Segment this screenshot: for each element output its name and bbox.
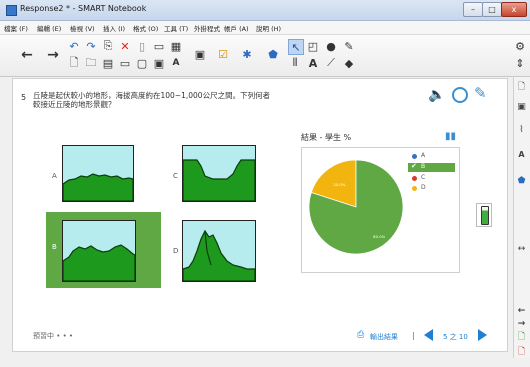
panel-resize-icon[interactable]: ↔ (516, 243, 527, 254)
menu-tools[interactable]: 工具 (T) (164, 23, 188, 33)
chart-title: 結果 - 學生 % (301, 133, 352, 142)
pie-label-d: 20.0% (333, 182, 345, 187)
lesson-activity-icon[interactable]: ⬟ (266, 47, 280, 61)
save-icon[interactable]: ▤ (101, 56, 115, 70)
prev-page-icon[interactable] (424, 329, 433, 341)
screen-shade-icon[interactable]: ▭ (152, 39, 166, 53)
settings-gear-icon[interactable]: ⚙ (513, 39, 527, 53)
option-d-label: D (173, 247, 179, 255)
paste-icon[interactable]: ⎘ (101, 39, 115, 53)
option-a-image[interactable] (62, 145, 134, 202)
select-arrow-icon[interactable]: ↖ (288, 39, 304, 55)
forward-arrow-icon[interactable]: → (46, 47, 60, 63)
back-arrow-icon[interactable]: ← (20, 47, 34, 63)
legend-c-swatch (412, 176, 417, 181)
menu-file[interactable]: 檔案 (F) (4, 23, 28, 33)
legend-a-label: A (421, 152, 426, 159)
response-icon[interactable]: ☑ (216, 47, 230, 61)
fill-icon[interactable]: ● (324, 39, 338, 53)
side-delete-page-icon[interactable]: 🗋 (516, 346, 527, 357)
toolbar-toggle-icon[interactable]: ⇕ (513, 56, 527, 70)
close-button[interactable]: x (501, 2, 527, 17)
maximize-button[interactable]: □ (482, 2, 502, 17)
pen-icon[interactable]: ✎ (342, 39, 356, 53)
capture-icon[interactable]: ▢ (135, 56, 149, 70)
properties-side-icon[interactable]: A (516, 149, 527, 160)
insert-icon[interactable]: ▣ (152, 56, 166, 70)
legend-c-label: C (421, 174, 426, 181)
page-sorter-icon[interactable]: 🗋 (516, 81, 527, 92)
option-b-label: B (52, 243, 57, 251)
option-a-label: A (52, 172, 57, 180)
minimize-button[interactable]: – (463, 2, 483, 17)
next-page-icon[interactable] (478, 329, 487, 341)
option-b-image[interactable] (62, 220, 136, 282)
export-results-link[interactable]: 輸出結果 (370, 332, 398, 342)
option-d-image[interactable] (182, 220, 256, 282)
eraser-icon[interactable]: ◆ (342, 56, 356, 70)
addons-side-icon[interactable]: ⬟ (516, 175, 527, 186)
side-add-page-icon[interactable]: 🗋 (516, 331, 527, 342)
results-pie-chart: 20.0% 80.0% (308, 159, 404, 255)
checkmark-icon: ✔ (411, 162, 417, 170)
menu-account[interactable]: 帳戶 (A) (224, 23, 249, 33)
page-indicator: 5 之 10 (443, 333, 468, 341)
footer-separator: | (412, 331, 415, 340)
app-icon (6, 5, 17, 16)
delete-icon[interactable]: ✕ (118, 39, 132, 53)
menu-view[interactable]: 檢視 (V) (70, 23, 95, 33)
pencil-icon[interactable]: ✎ (474, 84, 487, 102)
legend-b-label: B (421, 163, 426, 170)
status-text: 預習中 • • • (33, 332, 74, 340)
redo-icon[interactable]: ↷ (84, 39, 98, 53)
open-icon[interactable]: 🗀 (84, 56, 98, 70)
pie-label-b: 80.0% (373, 234, 385, 239)
window-title: Response2 * - SMART Notebook (20, 4, 147, 13)
menu-edit[interactable]: 編輯 (E) (37, 23, 61, 33)
table-icon[interactable]: ▦ (169, 39, 183, 53)
question-number: 5 (21, 93, 27, 102)
properties-icon[interactable]: ⫴ (288, 56, 302, 70)
legend-a-swatch (412, 154, 417, 159)
gallery-icon[interactable]: ▣ (516, 101, 527, 112)
page-icon[interactable]: ▯ (135, 39, 149, 53)
speaker-icon[interactable]: 🔈 (428, 87, 445, 103)
side-forward-arrow-icon[interactable]: → (516, 318, 527, 329)
bar-chart-icon[interactable]: ▮▮ (445, 131, 456, 142)
font-icon[interactable]: A (169, 56, 183, 70)
legend-d-swatch (412, 186, 417, 191)
export-icon[interactable]: ⎙ (357, 330, 364, 340)
status-bar (0, 358, 530, 367)
refresh-icon[interactable] (452, 87, 468, 103)
question-text: 丘陵是起伏較小的地形，海拔高度約在100~1,000公尺之間。下列何者較接近丘陵… (33, 91, 271, 109)
menu-addons[interactable]: 外掛程式 (194, 23, 220, 33)
side-back-arrow-icon[interactable]: ← (516, 305, 527, 316)
line-tool-icon[interactable]: ⟋ (324, 56, 338, 70)
document-camera-icon[interactable]: ▣ (193, 47, 207, 61)
option-c-image[interactable] (182, 145, 256, 202)
add-page-icon[interactable]: 🗋 (67, 56, 81, 70)
display-icon[interactable]: ▭ (118, 56, 132, 70)
addon-icon[interactable]: ✱ (240, 47, 254, 61)
option-c-label: C (173, 172, 178, 180)
shapes-icon[interactable]: ◰ (306, 39, 320, 53)
menu-help[interactable]: 說明 (H) (256, 23, 281, 33)
undo-icon[interactable]: ↶ (67, 39, 81, 53)
attachments-icon[interactable]: ⌇ (516, 124, 527, 135)
legend-d-label: D (421, 184, 426, 191)
menu-insert[interactable]: 插入 (I) (103, 23, 125, 33)
battery-icon[interactable] (476, 203, 492, 227)
text-tool-icon[interactable]: A (306, 56, 320, 70)
menu-format[interactable]: 格式 (O) (133, 23, 158, 33)
